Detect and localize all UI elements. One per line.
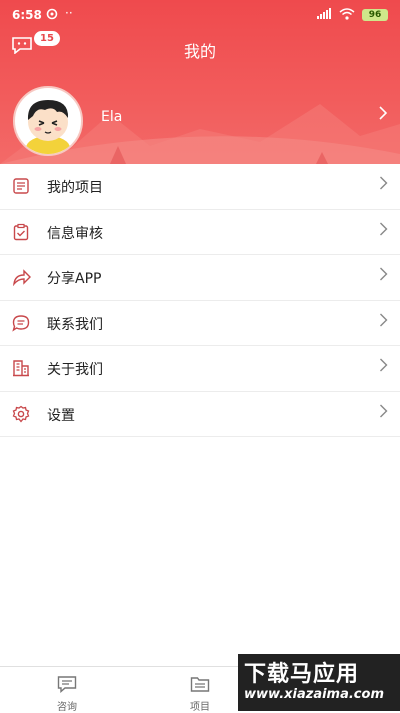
chevron-right-icon (379, 404, 388, 422)
profile-name[interactable]: Ela (101, 109, 122, 125)
chevron-right-icon (379, 313, 388, 331)
document-icon (12, 177, 30, 195)
menu-item-settings[interactable]: 设置 (0, 392, 400, 437)
menu-item-label: 联系我们 (47, 316, 103, 333)
profile-header: 6:58 ·· 96 15 我的 Ela (0, 0, 400, 164)
watermark-title: 下载马应用 (244, 662, 360, 687)
menu-item-share-app[interactable]: 分享APP (0, 255, 400, 301)
status-bar: 6:58 ·· 96 (0, 0, 400, 30)
menu-item-label: 信息审核 (47, 225, 103, 242)
chevron-right-icon[interactable] (378, 105, 388, 124)
menu-item-label: 分享APP (47, 271, 102, 287)
status-time: 6:58 (12, 8, 42, 22)
share-icon (12, 268, 31, 287)
menu-item-about-us[interactable]: 关于我们 (0, 346, 400, 392)
tab-projects[interactable]: 项目 (150, 667, 250, 713)
page-title: 我的 (183, 42, 216, 61)
more-dots-icon: ·· (65, 6, 73, 20)
clipboard-check-icon (12, 223, 30, 241)
menu-item-my-projects[interactable]: 我的项目 (0, 164, 400, 210)
chevron-right-icon (379, 358, 388, 376)
battery-indicator: 96 (362, 9, 388, 21)
tab-consult[interactable]: 咨询 (17, 667, 117, 713)
building-icon (12, 359, 30, 377)
menu-item-label: 设置 (47, 407, 75, 424)
menu-item-info-review[interactable]: 信息审核 (0, 210, 400, 255)
watermark-url: www.xiazaima.com (244, 687, 384, 702)
settings-menu: 我的项目 信息审核 分享APP 联系我们 关于我们 设置 (0, 164, 400, 437)
chevron-right-icon (379, 222, 388, 240)
folder-list-icon (190, 675, 210, 693)
message-icon (57, 675, 77, 694)
menu-item-label: 关于我们 (47, 362, 103, 378)
sync-icon (46, 8, 58, 23)
chevron-right-icon (379, 267, 388, 285)
wifi-icon (339, 8, 355, 23)
chat-icon (12, 314, 30, 332)
avatar[interactable] (13, 86, 83, 156)
chevron-right-icon (379, 176, 388, 194)
menu-item-label: 我的项目 (47, 180, 103, 196)
menu-item-contact-us[interactable]: 联系我们 (0, 301, 400, 346)
watermark-logo: 下载马应用 www.xiazaima.com (238, 654, 400, 711)
gear-icon (12, 405, 30, 423)
signal-icon (317, 8, 333, 22)
